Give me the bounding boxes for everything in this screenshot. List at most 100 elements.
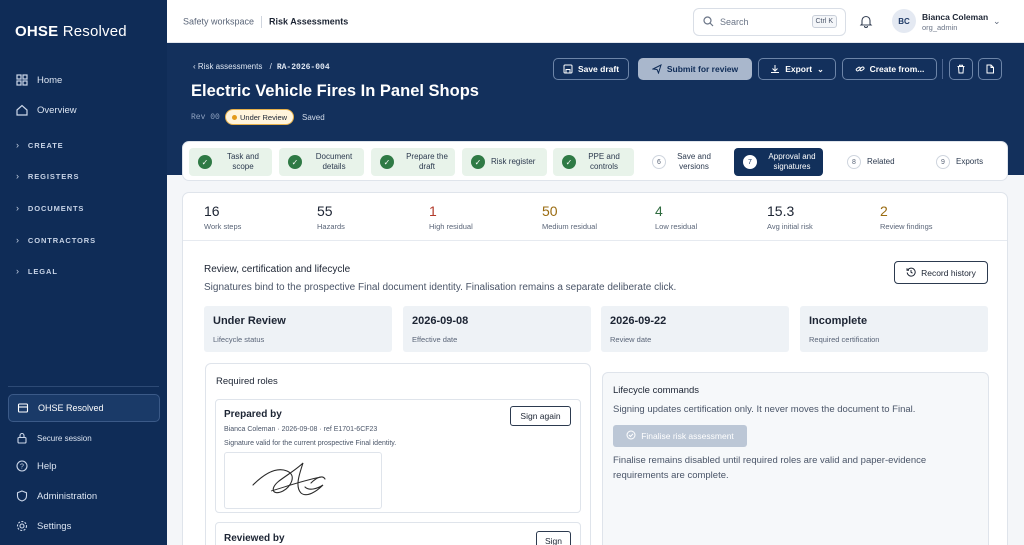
- step-number: 8: [847, 155, 861, 169]
- lifecycle-commands-panel: Lifecycle commands Signing updates certi…: [602, 372, 989, 545]
- create-from-button[interactable]: Create from...: [842, 58, 937, 80]
- step-label: Approval and signatures: [768, 152, 816, 171]
- delete-button[interactable]: [949, 58, 973, 80]
- sign-button[interactable]: Sign: [536, 531, 571, 545]
- step-label: Document details: [315, 152, 353, 171]
- doc-id: RA-2026-004: [276, 63, 330, 72]
- nav-home[interactable]: Home: [16, 74, 62, 86]
- submit-for-review-button[interactable]: Submit for review: [638, 58, 752, 80]
- svg-text:?: ?: [20, 464, 24, 471]
- lifecycle-title: Lifecycle commands: [613, 385, 700, 396]
- section-title: Review, certification and lifecycle: [204, 264, 351, 275]
- stat-label: Medium residual: [542, 222, 598, 231]
- trash-icon: [956, 64, 966, 74]
- step-label: Risk register: [491, 157, 536, 166]
- tile-lifecycle-status: Under Review Lifecycle status: [204, 306, 392, 352]
- tile-label: Lifecycle status: [213, 335, 265, 344]
- nav-section-create[interactable]: › CREATE: [16, 140, 64, 150]
- nav-section-registers[interactable]: › REGISTERS: [16, 171, 79, 181]
- lifecycle-description: Signing updates certification only. It n…: [613, 404, 916, 415]
- nav-help[interactable]: ? Help: [16, 460, 57, 472]
- step-risk-register[interactable]: ✓ Risk register: [462, 148, 547, 176]
- main-panel: 16 Work steps 55 Hazards 1 High residual 50…: [182, 192, 1008, 545]
- tile-required-certification: Incomplete Required certification: [800, 306, 988, 352]
- step-ppe-and-controls[interactable]: ✓ PPE and controls: [553, 148, 634, 176]
- brand-prefix: OHSE: [15, 23, 59, 40]
- save-draft-button[interactable]: Save draft: [553, 58, 629, 80]
- stat-label: Low residual: [655, 222, 698, 231]
- bell-icon[interactable]: [859, 14, 873, 28]
- nav-overview[interactable]: Overview: [16, 104, 77, 116]
- sidebar-divider: [8, 386, 159, 387]
- search-placeholder: Search: [720, 17, 749, 27]
- record-history-button[interactable]: Record history: [894, 261, 988, 284]
- check-circle-icon: [626, 430, 636, 442]
- nav-administration[interactable]: Administration: [16, 490, 97, 502]
- saved-indicator: Saved: [302, 113, 325, 122]
- signature-image: [224, 452, 382, 509]
- check-icon: ✓: [471, 155, 485, 169]
- nav-settings[interactable]: Settings: [16, 520, 71, 532]
- save-draft-label: Save draft: [577, 64, 620, 74]
- step-document-details[interactable]: ✓ Document details: [279, 148, 364, 176]
- brand-logo[interactable]: OHSE Resolved: [15, 23, 127, 40]
- stat-hazards: 55 Hazards: [317, 203, 345, 231]
- step-task-and-scope[interactable]: ✓ Task and scope: [189, 148, 272, 176]
- back-label: Risk assessments: [197, 62, 263, 71]
- role-prepared-by: Prepared by Sign again Bianca Coleman · …: [215, 399, 581, 513]
- header-separator: [942, 59, 943, 79]
- step-save-and-versions[interactable]: 6 Save and versions: [643, 148, 723, 176]
- status-badge: Under Review: [225, 109, 295, 125]
- export-button[interactable]: Export ⌄: [758, 58, 836, 80]
- lock-icon: [16, 432, 28, 444]
- nav-section-documents[interactable]: › DOCUMENTS: [16, 203, 84, 213]
- chevron-right-icon: ›: [16, 266, 20, 276]
- link-icon: [855, 64, 865, 74]
- nav-section-label: CREATE: [27, 140, 64, 150]
- search-shortcut: Ctrl K: [811, 15, 837, 28]
- step-approval-and-signatures[interactable]: 7 Approval and signatures: [734, 148, 823, 176]
- chevron-right-icon: ›: [16, 203, 20, 213]
- nav-section-contractors[interactable]: › CONTRACTORS: [16, 235, 96, 245]
- help-icon: ?: [16, 460, 28, 472]
- stat-work-steps: 16 Work steps: [204, 203, 241, 231]
- document-icon-button[interactable]: [978, 58, 1002, 80]
- finalise-button[interactable]: Finalise risk assessment: [613, 425, 747, 447]
- org-switcher[interactable]: OHSE Resolved: [8, 394, 160, 422]
- top-bar: Safety workspace Risk Assessments Search …: [167, 0, 1024, 43]
- search-input[interactable]: Search Ctrl K: [693, 8, 846, 36]
- step-number: 7: [743, 155, 757, 169]
- role-meta: Bianca Coleman · 2026-09-08 · ref E1701-…: [224, 426, 378, 433]
- back-link[interactable]: ‹ Risk assessments: [193, 62, 262, 71]
- tile-review-date: 2026-09-22 Review date: [601, 306, 789, 352]
- step-related[interactable]: 8 Related: [838, 148, 908, 176]
- nav-administration-label: Administration: [37, 490, 98, 502]
- tile-effective-date: 2026-09-08 Effective date: [403, 306, 591, 352]
- document-icon: [985, 64, 995, 74]
- brand-suffix: Resolved: [62, 23, 127, 40]
- step-number: 6: [652, 155, 666, 169]
- tile-label: Effective date: [412, 335, 458, 344]
- nav-section-legal[interactable]: › LEGAL: [16, 266, 58, 276]
- avatar[interactable]: BC: [892, 9, 916, 33]
- check-icon: ✓: [198, 155, 212, 169]
- nav-home-label: Home: [37, 74, 63, 86]
- chevron-down-icon[interactable]: ⌄: [993, 16, 1001, 27]
- user-name[interactable]: Bianca Coleman: [922, 12, 988, 22]
- sign-again-button[interactable]: Sign again: [510, 406, 571, 426]
- chevron-right-icon: ›: [16, 171, 20, 181]
- step-exports[interactable]: 9 Exports: [927, 148, 1003, 176]
- stat-label: Hazards: [317, 222, 345, 231]
- gear-icon: [16, 520, 28, 532]
- tile-value: 2026-09-08: [412, 315, 469, 327]
- nav-section-label: DOCUMENTS: [27, 203, 85, 213]
- breadcrumb-workspace[interactable]: Safety workspace: [183, 16, 254, 26]
- submit-label: Submit for review: [666, 64, 739, 74]
- step-prepare-the-draft[interactable]: ✓ Prepare the draft: [371, 148, 455, 176]
- required-roles-panel: Required roles Prepared by Sign again Bi…: [205, 363, 591, 545]
- stat-label: High residual: [429, 222, 473, 231]
- step-label: Related: [867, 157, 895, 166]
- stat-value: 4: [655, 203, 663, 219]
- role-reviewed-by: Reviewed by Sign: [215, 522, 581, 545]
- stat-value: 15.3: [767, 203, 795, 219]
